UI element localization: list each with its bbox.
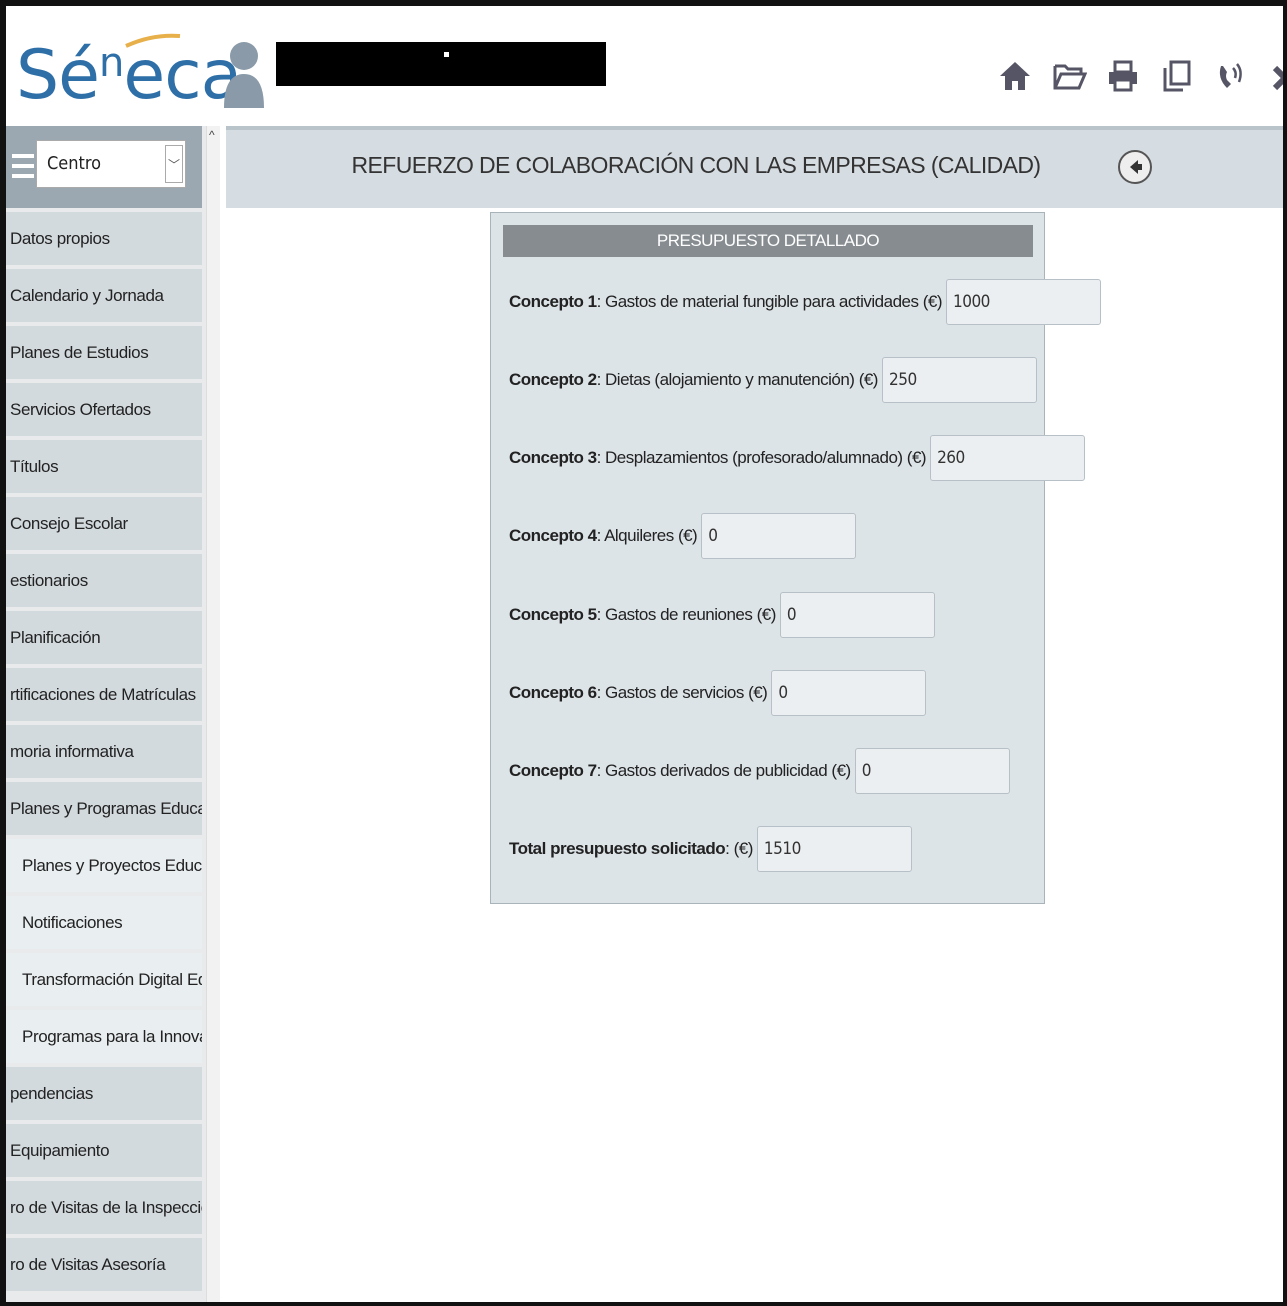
folder-open-icon[interactable] bbox=[1051, 56, 1088, 96]
logo-text-sup: n bbox=[99, 40, 124, 86]
app-window: Séneca Centro ﹀ ^ Datos propios Calendari… bbox=[0, 0, 1287, 1306]
concept-row: Concepto 2: Dietas (alojamiento y manute… bbox=[509, 357, 1037, 403]
sidebar-item[interactable]: rtificaciones de Matrículas bbox=[6, 668, 202, 721]
chevron-down-icon[interactable]: ﹀ bbox=[165, 145, 183, 183]
sidebar: Centro ﹀ ^ Datos propios Calendario y Jor… bbox=[6, 126, 220, 1302]
close-icon[interactable] bbox=[1267, 56, 1283, 96]
concept-amount-input[interactable]: 0 bbox=[701, 513, 857, 559]
sidebar-item[interactable]: pendencias bbox=[6, 1067, 202, 1120]
row-label: : Dietas (alojamiento y manutención) (€) bbox=[596, 370, 879, 389]
sidebar-item[interactable]: Datos propios bbox=[6, 212, 202, 265]
main-content: REFUERZO DE COLABORACIÓN CON LAS EMPRESA… bbox=[220, 126, 1283, 1302]
sidebar-item[interactable]: Calendario y Jornada bbox=[6, 269, 202, 322]
scroll-up-icon[interactable]: ^ bbox=[209, 128, 215, 142]
concept-amount-input[interactable]: 0 bbox=[779, 592, 935, 638]
row-label: : Desplazamientos (profesorado/alumnado)… bbox=[596, 448, 927, 467]
sidebar-item[interactable]: moria informativa bbox=[6, 725, 202, 778]
logo-swoosh-icon bbox=[125, 33, 181, 48]
header: Séneca bbox=[6, 6, 1283, 124]
concept-amount-input[interactable]: 1000 bbox=[945, 279, 1101, 325]
concept-row: Concepto 4: Alquileres (€) 0 bbox=[509, 513, 857, 559]
copy-icon[interactable] bbox=[1159, 56, 1195, 96]
row-label: : Gastos de material fungible para activ… bbox=[596, 292, 943, 311]
total-row: Total presupuesto solicitado: (€) 1510 bbox=[509, 826, 912, 872]
sidebar-item[interactable]: Consejo Escolar bbox=[6, 497, 202, 550]
print-icon[interactable] bbox=[1105, 56, 1141, 96]
concept-row: Concepto 6: Gastos de servicios (€) 0 bbox=[509, 670, 927, 716]
sidebar-item[interactable]: ro de Visitas de la Inspección bbox=[6, 1181, 202, 1234]
menu-icon[interactable] bbox=[12, 154, 34, 182]
row-label-bold: Total presupuesto solicitado bbox=[509, 839, 726, 858]
concept-amount-input[interactable]: 250 bbox=[881, 357, 1037, 403]
sidebar-item[interactable]: Planes de Estudios bbox=[6, 326, 202, 379]
back-button[interactable] bbox=[1118, 150, 1152, 184]
row-label: : Alquileres (€) bbox=[596, 526, 698, 545]
concept-amount-input[interactable]: 0 bbox=[771, 670, 927, 716]
budget-panel: PRESUPUESTO DETALLADO Concepto 1: Gastos… bbox=[490, 212, 1101, 904]
context-select[interactable]: Centro ﹀ bbox=[36, 140, 186, 188]
panel-title: PRESUPUESTO DETALLADO bbox=[503, 225, 1033, 257]
arrow-left-icon bbox=[1130, 160, 1142, 174]
page-title: REFUERZO DE COLABORACIÓN CON LAS EMPRESA… bbox=[351, 152, 1042, 178]
context-select-value: Centro bbox=[47, 153, 102, 174]
redacted-user-info bbox=[276, 42, 606, 86]
concept-amount-input[interactable]: 260 bbox=[930, 435, 1086, 481]
row-label-bold: Concepto 5 bbox=[509, 605, 597, 624]
total-amount-input[interactable]: 1510 bbox=[756, 826, 912, 872]
row-label: : Gastos derivados de publicidad (€) bbox=[596, 761, 852, 780]
concept-row: Concepto 5: Gastos de reuniones (€) 0 bbox=[509, 592, 935, 638]
sidebar-item[interactable]: Notificaciones bbox=[6, 896, 202, 949]
sidebar-item[interactable]: Programas para la Innovación bbox=[6, 1010, 202, 1063]
row-label-bold: Concepto 4 bbox=[509, 526, 597, 545]
sidebar-item[interactable]: Títulos bbox=[6, 440, 202, 493]
sidebar-item[interactable]: Transformación Digital Educat bbox=[6, 953, 202, 1006]
concept-row: Concepto 1: Gastos de material fungible … bbox=[509, 279, 1101, 325]
sidebar-item[interactable]: ro de Visitas Asesoría bbox=[6, 1238, 202, 1291]
concept-row: Concepto 7: Gastos derivados de publicid… bbox=[509, 748, 1010, 794]
row-label-bold: Concepto 2 bbox=[509, 370, 597, 389]
sidebar-item[interactable]: Planificación bbox=[6, 611, 202, 664]
sidebar-item[interactable]: Equipamiento bbox=[6, 1124, 202, 1177]
sidebar-item[interactable]: estionarios bbox=[6, 554, 202, 607]
sidebar-item[interactable]: Planes y Proyectos Educativos bbox=[6, 839, 202, 892]
row-label: : (€) bbox=[725, 839, 753, 858]
toolbar-icons bbox=[997, 56, 1283, 96]
home-icon[interactable] bbox=[997, 56, 1033, 96]
row-label-bold: Concepto 3 bbox=[509, 448, 597, 467]
user-avatar-icon[interactable] bbox=[220, 38, 268, 112]
sidebar-item[interactable]: Planes y Programas Educativos bbox=[6, 782, 202, 835]
row-label-bold: Concepto 1 bbox=[509, 292, 597, 311]
logo-text-main: Sé bbox=[16, 36, 100, 115]
row-label: : Gastos de reuniones (€) bbox=[596, 605, 777, 624]
title-bar: REFUERZO DE COLABORACIÓN CON LAS EMPRESA… bbox=[226, 126, 1283, 208]
concept-amount-input[interactable]: 0 bbox=[854, 748, 1010, 794]
concept-row: Concepto 3: Desplazamientos (profesorado… bbox=[509, 435, 1086, 481]
sidebar-scrollbar[interactable]: ^ bbox=[206, 126, 220, 1302]
sidebar-item[interactable]: Servicios Ofertados bbox=[6, 383, 202, 436]
row-label: : Gastos de servicios (€) bbox=[596, 683, 768, 702]
phone-icon[interactable] bbox=[1213, 56, 1249, 96]
row-label-bold: Concepto 7 bbox=[509, 761, 597, 780]
row-label-bold: Concepto 6 bbox=[509, 683, 597, 702]
sidebar-menu: Datos propios Calendario y Jornada Planes … bbox=[6, 212, 202, 1295]
sidebar-header: Centro ﹀ bbox=[6, 126, 202, 208]
